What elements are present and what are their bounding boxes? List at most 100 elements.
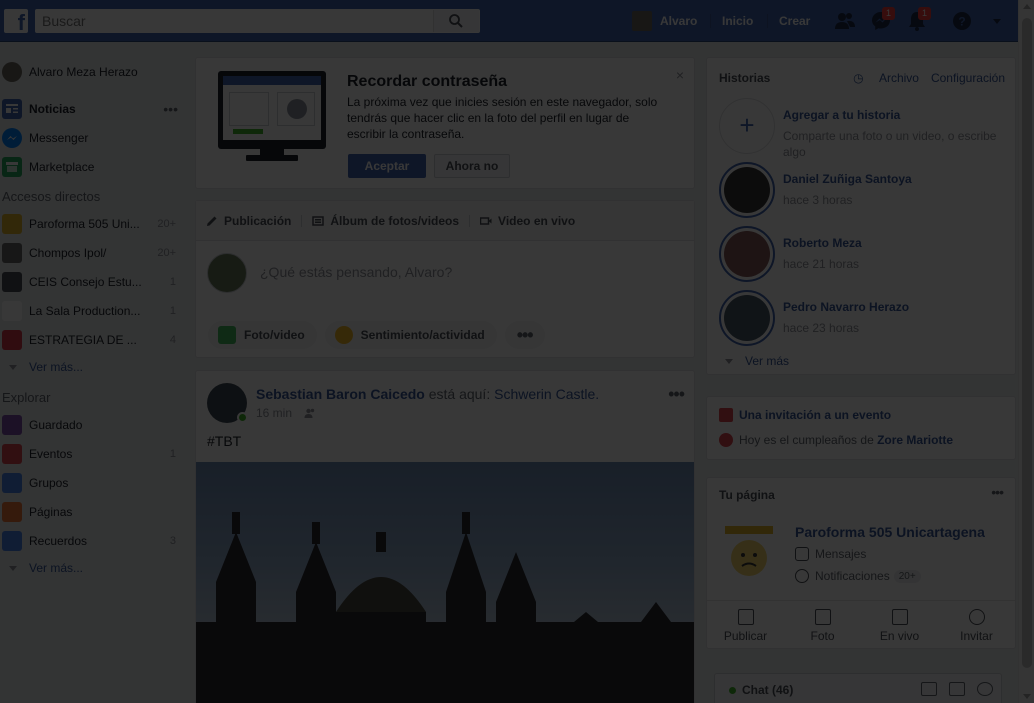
- live-button[interactable]: En vivo: [861, 601, 938, 650]
- search-icon: [449, 14, 463, 28]
- sidebar-item-news-feed[interactable]: Noticias •••: [0, 94, 190, 123]
- story-item[interactable]: Roberto Meza hace 21 horas: [719, 226, 1009, 282]
- shortcut-item[interactable]: Chompos Ipol/20+: [0, 238, 190, 267]
- friend-requests-icon[interactable]: [834, 10, 856, 32]
- camera-icon: [814, 608, 831, 625]
- settings-link[interactable]: Configuración: [931, 71, 1005, 85]
- messenger-badge: 1: [882, 7, 895, 20]
- shortcut-icon: [2, 242, 22, 263]
- more-options-button[interactable]: •••: [504, 321, 545, 349]
- story-avatar[interactable]: [719, 162, 775, 218]
- invite-button[interactable]: Invitar: [938, 601, 1015, 650]
- close-icon[interactable]: ×: [676, 67, 684, 83]
- sidebar-item-marketplace[interactable]: Marketplace: [0, 152, 190, 181]
- account-menu-icon[interactable]: [990, 10, 1012, 32]
- page-messages-link[interactable]: Mensajes: [795, 547, 866, 561]
- explore-see-more-link[interactable]: Ver más...: [0, 555, 190, 581]
- page-notifications-link[interactable]: Notificaciones 20+: [795, 569, 921, 583]
- shortcut-icon: [2, 213, 22, 234]
- feed-post: Sebastian Baron Caicedo está aquí: Schwe…: [195, 370, 695, 703]
- explore-item[interactable]: Páginas: [0, 497, 190, 526]
- page-scrollbar[interactable]: [1018, 0, 1034, 703]
- shortcuts-heading: Accesos directos: [2, 188, 101, 204]
- search-box[interactable]: [35, 9, 480, 33]
- explore-item[interactable]: Eventos 1: [0, 439, 190, 468]
- your-page-options-button[interactable]: •••: [991, 484, 1004, 500]
- story-avatar[interactable]: [719, 290, 775, 346]
- post-place-link[interactable]: Schwerin Castle.: [494, 386, 599, 402]
- messenger-icon[interactable]: 1: [870, 7, 895, 32]
- create-group-icon[interactable]: [949, 682, 965, 696]
- story-item[interactable]: Daniel Zuñiga Santoya hace 3 horas: [719, 162, 1009, 218]
- sidebar-item-profile[interactable]: Alvaro Meza Herazo: [0, 57, 190, 86]
- shortcut-item[interactable]: CEIS Consejo Estu... 1: [0, 267, 190, 296]
- search-button[interactable]: [433, 10, 479, 32]
- smiley-icon: [334, 326, 353, 344]
- avatar: [207, 253, 247, 293]
- chevron-down-icon: [725, 358, 733, 364]
- photo-button[interactable]: Foto: [784, 601, 861, 650]
- stories-title: Historias: [719, 71, 771, 85]
- photo-video-button[interactable]: Foto/video: [208, 321, 317, 349]
- tab-photo-album[interactable]: Álbum de fotos/videos: [312, 214, 459, 228]
- shortcut-item[interactable]: Paroforma 505 Uni... 20+: [0, 209, 190, 238]
- page-logo[interactable]: [723, 524, 775, 580]
- gear-icon[interactable]: [977, 682, 993, 696]
- accept-button[interactable]: Aceptar: [348, 154, 426, 178]
- birthday-person-link[interactable]: Zore Mariotte: [877, 433, 953, 447]
- online-status-icon: [237, 412, 248, 423]
- post-composer: Publicación Álbum de fotos/videos Video …: [195, 200, 695, 358]
- scroll-up-icon[interactable]: [1023, 4, 1031, 9]
- tab-live-video[interactable]: Video en vivo: [480, 214, 575, 228]
- post-author-link[interactable]: Sebastian Baron Caicedo: [256, 386, 425, 402]
- explore-icon: [2, 472, 22, 493]
- plus-icon: +: [739, 110, 755, 140]
- shortcuts-see-more-link[interactable]: Ver más...: [0, 354, 190, 380]
- count-badge: 4: [169, 333, 176, 346]
- shortcut-item[interactable]: La Sala Production... 1: [0, 296, 190, 325]
- event-invitation-row[interactable]: Una invitación a un evento: [719, 408, 891, 422]
- create-link[interactable]: Crear: [779, 14, 810, 28]
- not-now-button[interactable]: Ahora no: [434, 154, 510, 178]
- sidebar-item-messenger[interactable]: Messenger: [0, 123, 190, 152]
- video-camera-icon: [891, 608, 908, 625]
- search-input[interactable]: [36, 10, 436, 32]
- scroll-down-icon[interactable]: [1023, 694, 1031, 699]
- add-story-button[interactable]: +: [719, 98, 775, 154]
- stories-see-more-link[interactable]: Ver más: [725, 354, 789, 368]
- post-meta: 16 min: [256, 406, 316, 420]
- notifications-icon[interactable]: 1: [906, 7, 931, 32]
- story-avatar[interactable]: [719, 226, 775, 282]
- archive-link[interactable]: ◷ Archivo: [841, 71, 919, 85]
- shortcut-item[interactable]: ESTRATEGIA DE ... 4: [0, 325, 190, 354]
- composer-input[interactable]: ¿Qué estás pensando, Alvaro?: [260, 264, 452, 280]
- globe-icon: [795, 569, 809, 583]
- birthday-row[interactable]: Hoy es el cumpleaños de Zore Mariotte: [719, 433, 953, 447]
- publish-button[interactable]: Publicar: [707, 601, 784, 650]
- story-time: hace 3 horas: [783, 193, 853, 207]
- explore-item[interactable]: Recuerdos 3: [0, 526, 190, 555]
- explore-heading: Explorar: [2, 389, 51, 405]
- explore-item[interactable]: Grupos: [0, 468, 190, 497]
- composer-tabs: Publicación Álbum de fotos/videos Video …: [196, 201, 694, 241]
- facebook-logo[interactable]: f: [4, 9, 28, 33]
- photo-icon: [218, 326, 236, 344]
- feeling-activity-button[interactable]: Sentimiento/actividad: [324, 321, 497, 349]
- composer-options: Foto/video Sentimiento/actividad •••: [208, 321, 553, 349]
- calendar-icon: [719, 408, 733, 422]
- home-link[interactable]: Inicio: [722, 14, 753, 28]
- story-item[interactable]: Pedro Navarro Herazo hace 23 horas: [719, 290, 1009, 346]
- tab-post[interactable]: Publicación: [206, 214, 291, 228]
- page-name-link[interactable]: Paroforma 505 Unicartagena: [795, 524, 985, 540]
- news-feed-options-button[interactable]: •••: [163, 101, 178, 117]
- chat-bar[interactable]: Chat (46): [714, 673, 1002, 703]
- help-icon[interactable]: ?: [951, 10, 973, 32]
- post-photo[interactable]: [196, 462, 694, 703]
- scrollbar-thumb[interactable]: [1022, 18, 1032, 668]
- add-story-item[interactable]: + Agregar a tu historia Comparte una fot…: [719, 98, 1009, 159]
- post-timestamp[interactable]: 16 min: [256, 406, 292, 420]
- profile-link[interactable]: Alvaro: [632, 11, 697, 31]
- explore-item[interactable]: Guardado: [0, 410, 190, 439]
- post-options-button[interactable]: •••: [668, 384, 685, 405]
- new-message-icon[interactable]: [921, 682, 937, 696]
